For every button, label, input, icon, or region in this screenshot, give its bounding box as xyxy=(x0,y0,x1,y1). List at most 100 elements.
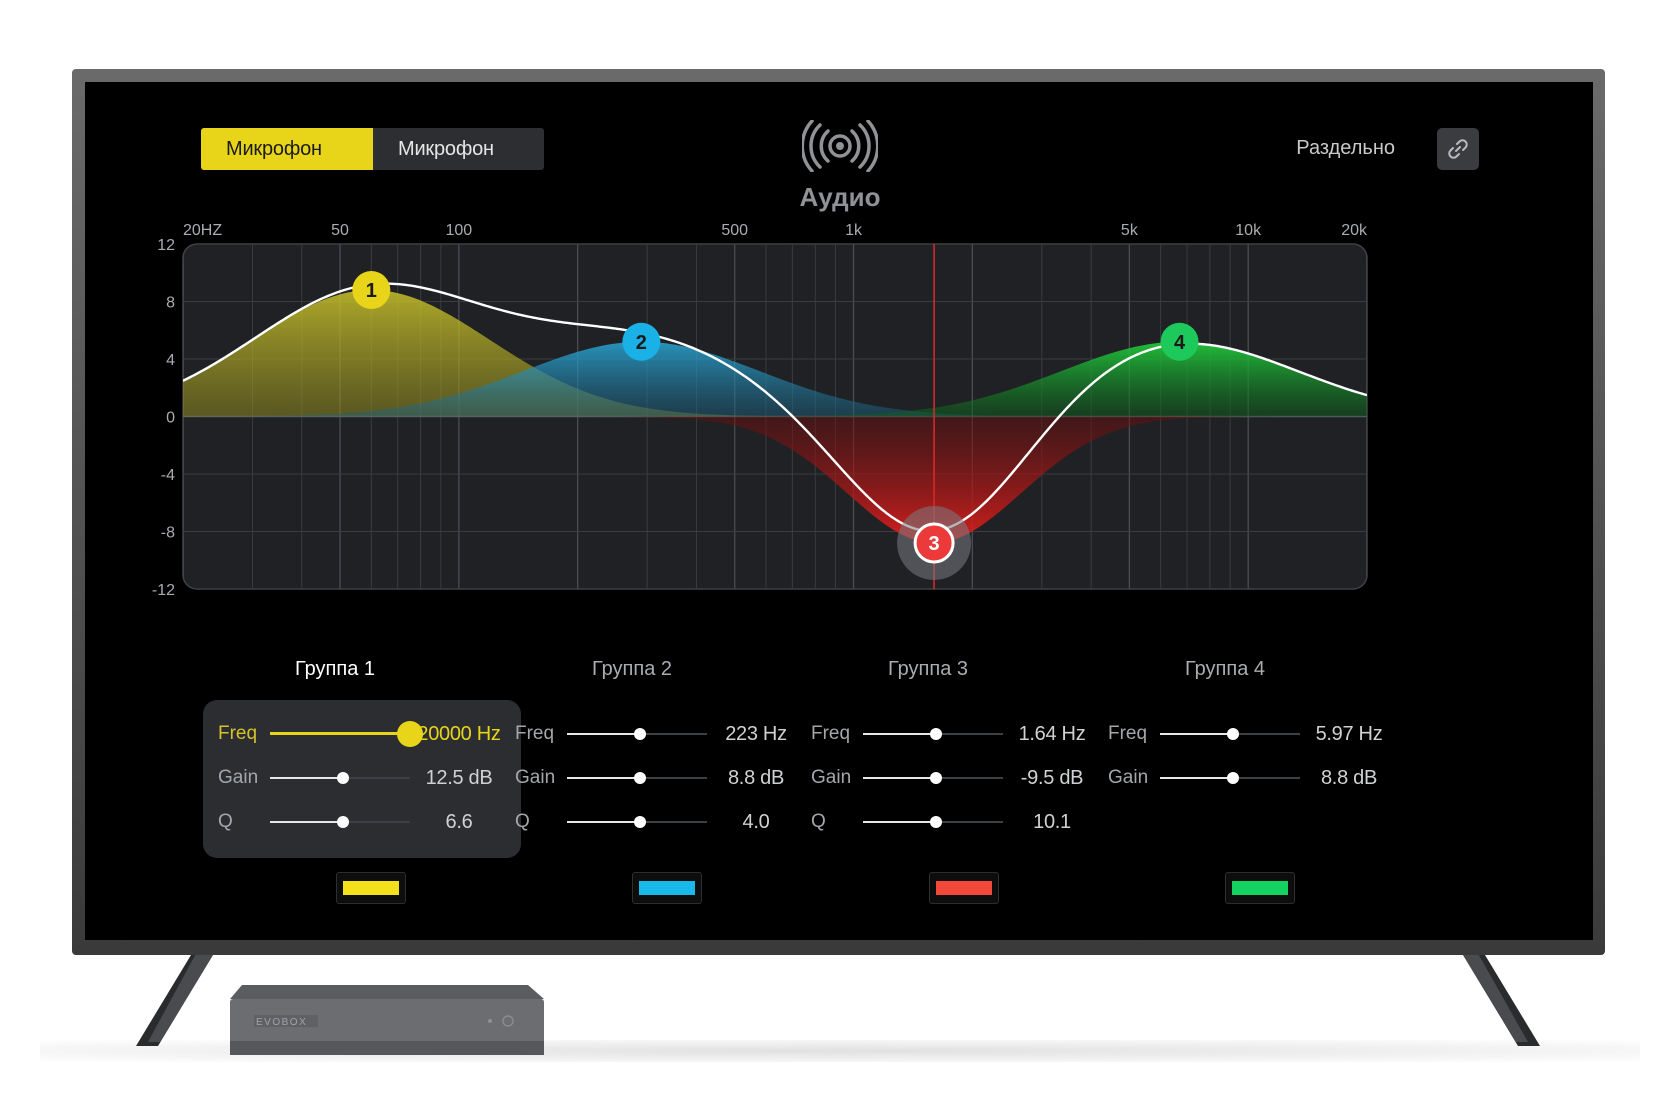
device-brand-label: EVOBOX xyxy=(256,1017,307,1028)
slider-fill xyxy=(270,777,343,779)
y-tick-label: -8 xyxy=(161,525,175,542)
slider-thumb[interactable] xyxy=(1226,728,1239,740)
group-2-gain-slider[interactable] xyxy=(567,763,707,793)
slider-thumb[interactable] xyxy=(929,728,942,740)
group-4-gain-slider[interactable] xyxy=(1160,763,1300,793)
x-axis: 20HZ 50 100 500 1k 5k 10k 20k xyxy=(183,222,1368,239)
separate-label: Раздельно xyxy=(1296,137,1395,159)
band-4-handle[interactable]: 4 xyxy=(1160,322,1199,361)
equalizer-graph[interactable]: 20HZ 50 100 500 1k 5k 10k 20k 12840-4-8-12 1234 xyxy=(145,217,1425,627)
group-1-gain-slider[interactable] xyxy=(270,763,410,793)
param-label: Freq xyxy=(811,723,851,744)
param-label: Freq xyxy=(218,723,258,744)
y-tick-label: -12 xyxy=(152,582,175,599)
group-2-freq-slider[interactable] xyxy=(567,719,707,749)
param-label: Freq xyxy=(515,723,555,744)
x-tick-label: 500 xyxy=(721,222,748,239)
group-1-q-slider[interactable] xyxy=(270,807,410,837)
slider-fill xyxy=(567,777,640,779)
slider-thumb[interactable] xyxy=(633,728,646,740)
x-tick-label: 1k xyxy=(845,222,863,239)
speaker-broadcast-icon xyxy=(802,120,878,172)
group-2-q-row: Q 4.0 xyxy=(515,807,805,837)
slider-thumb[interactable] xyxy=(1226,772,1239,784)
param-label: Freq xyxy=(1108,723,1148,744)
group-1-freq-row: Freq 20000 Hz xyxy=(218,719,508,749)
group-3-q-slider[interactable] xyxy=(863,807,1003,837)
group-4-title[interactable]: Группа 4 xyxy=(1075,658,1375,681)
group-1-color-button[interactable] xyxy=(336,872,406,904)
param-label: Q xyxy=(218,811,233,832)
slider-fill xyxy=(863,777,936,779)
param-value: 12.5 dB xyxy=(425,767,493,789)
group-1-title[interactable]: Группа 1 xyxy=(185,658,485,681)
group-3-q-row: Q 10.1 xyxy=(811,807,1101,837)
group-1-freq-slider[interactable] xyxy=(270,719,423,749)
x-tick-label: 20HZ xyxy=(183,222,222,239)
group-3-gain-row: Gain -9.5 dB xyxy=(811,763,1101,793)
slider-fill xyxy=(1160,733,1233,735)
y-tick-label: -4 xyxy=(161,467,175,484)
group-4-freq-row: Freq 5.97 Hz xyxy=(1108,719,1398,749)
set-top-box: EVOBOX xyxy=(230,985,544,1055)
group-2-gain-row: Gain 8.8 dB xyxy=(515,763,805,793)
param-value: 6.6 xyxy=(445,811,473,833)
group-2-freq-row: Freq 223 Hz xyxy=(515,719,805,749)
group-3-freq-slider[interactable] xyxy=(863,719,1003,749)
slider-fill xyxy=(567,733,640,735)
band-4-label: 4 xyxy=(1174,332,1186,354)
param-value: 8.8 dB xyxy=(1320,767,1378,789)
group-3-color xyxy=(936,881,992,895)
x-tick-label: 100 xyxy=(446,222,473,239)
slider-fill xyxy=(567,821,640,823)
band-2-handle[interactable]: 2 xyxy=(622,322,661,361)
band-1-label: 1 xyxy=(366,280,377,302)
param-value: 5.97 Hz xyxy=(1315,723,1383,745)
slider-fill xyxy=(270,732,410,735)
tv-leg-right xyxy=(1460,950,1540,1046)
link-button[interactable] xyxy=(1437,128,1479,170)
group-3-title[interactable]: Группа 3 xyxy=(778,658,1078,681)
y-tick-label: 12 xyxy=(157,237,175,254)
slider-thumb[interactable] xyxy=(929,772,942,784)
param-value: 20000 Hz xyxy=(417,723,501,745)
param-label: Gain xyxy=(218,767,259,788)
group-2-color xyxy=(639,881,695,895)
slider-thumb[interactable] xyxy=(336,772,349,784)
group-3-color-button[interactable] xyxy=(929,872,999,904)
slider-thumb[interactable] xyxy=(633,772,646,784)
band-3-handle[interactable]: 3 xyxy=(897,506,972,580)
param-value: 8.8 dB xyxy=(727,767,785,789)
slider-thumb[interactable] xyxy=(633,816,646,828)
param-value: -9.5 dB xyxy=(1020,767,1084,789)
param-label: Gain xyxy=(515,767,556,788)
page-title: Аудио xyxy=(799,182,881,212)
x-tick-label: 5k xyxy=(1121,222,1139,239)
y-tick-label: 4 xyxy=(166,352,175,369)
param-value: 223 Hz xyxy=(725,723,787,745)
group-4-freq-slider[interactable] xyxy=(1160,719,1300,749)
band-2-label: 2 xyxy=(636,332,647,354)
param-label: Q xyxy=(515,811,530,832)
link-icon xyxy=(1448,139,1468,159)
param-label: Gain xyxy=(1108,767,1149,788)
slider-fill xyxy=(863,733,936,735)
slider-fill xyxy=(1160,777,1233,779)
group-2-title[interactable]: Группа 2 xyxy=(482,658,782,681)
slider-thumb[interactable] xyxy=(336,816,349,828)
slider-fill xyxy=(270,821,343,823)
slider-thumb[interactable] xyxy=(929,816,942,828)
param-value: 1.64 Hz xyxy=(1018,723,1086,745)
group-3-gain-slider[interactable] xyxy=(863,763,1003,793)
group-1-color xyxy=(343,881,399,895)
param-value: 4.0 xyxy=(742,811,770,833)
param-label: Gain xyxy=(811,767,852,788)
group-1-q-row: Q 6.6 xyxy=(218,807,508,837)
group-2-q-slider[interactable] xyxy=(567,807,707,837)
band-1-handle[interactable]: 1 xyxy=(352,271,391,309)
tab-microphone-2-4[interactable]: Микрофон 2/4 xyxy=(373,128,544,170)
group-2-color-button[interactable] xyxy=(632,872,702,904)
tab-microphone-1-3[interactable]: Микрофон 1/3 xyxy=(201,128,373,170)
slider-fill xyxy=(863,821,936,823)
group-4-color-button[interactable] xyxy=(1225,872,1295,904)
